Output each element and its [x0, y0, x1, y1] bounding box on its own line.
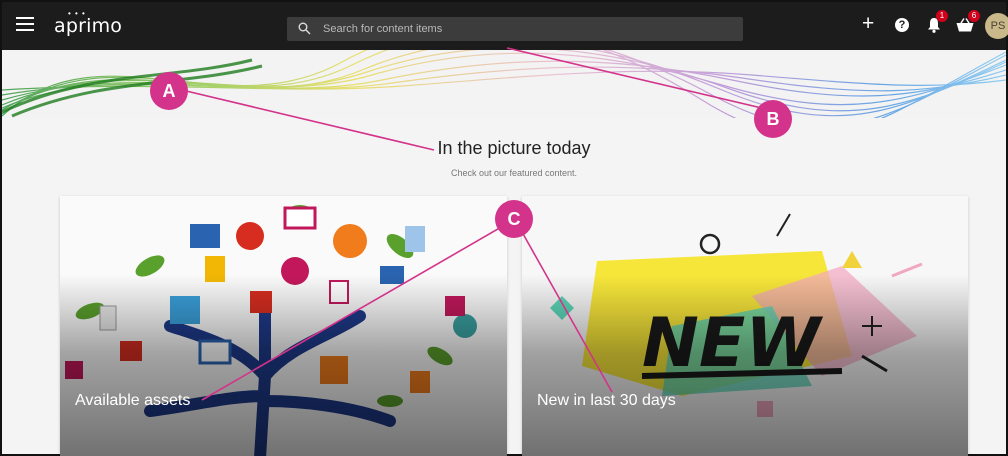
search-icon [298, 22, 311, 35]
annotation-marker-c: C [495, 200, 533, 238]
app-logo[interactable]: aprimo [54, 15, 122, 37]
annotation-marker-a: A [150, 72, 188, 110]
annotation-marker-b: B [754, 100, 792, 138]
avatar[interactable]: PS [985, 13, 1008, 39]
basket-badge: 6 [968, 10, 980, 22]
new-in-last-30-days-card[interactable]: NEW New in last 30 days [522, 196, 968, 456]
search-input[interactable] [323, 17, 733, 41]
card-shade [522, 196, 968, 456]
plus-icon[interactable]: + [862, 13, 874, 37]
help-icon[interactable]: ? [895, 18, 909, 32]
top-bar: • • • aprimo + ? 1 6 PS [2, 2, 1008, 50]
card-label-available-assets: Available assets [75, 392, 191, 409]
available-assets-card[interactable]: Available assets [60, 196, 507, 456]
notifications-badge: 1 [936, 10, 948, 22]
page-title: In the picture today [437, 138, 591, 158]
page-subtitle: Check out our featured content. [450, 168, 578, 178]
hamburger-icon[interactable] [16, 17, 34, 31]
card-label-new-in-last-30-days: New in last 30 days [537, 392, 676, 409]
card-shade [60, 196, 507, 456]
search-bar[interactable] [287, 17, 743, 41]
